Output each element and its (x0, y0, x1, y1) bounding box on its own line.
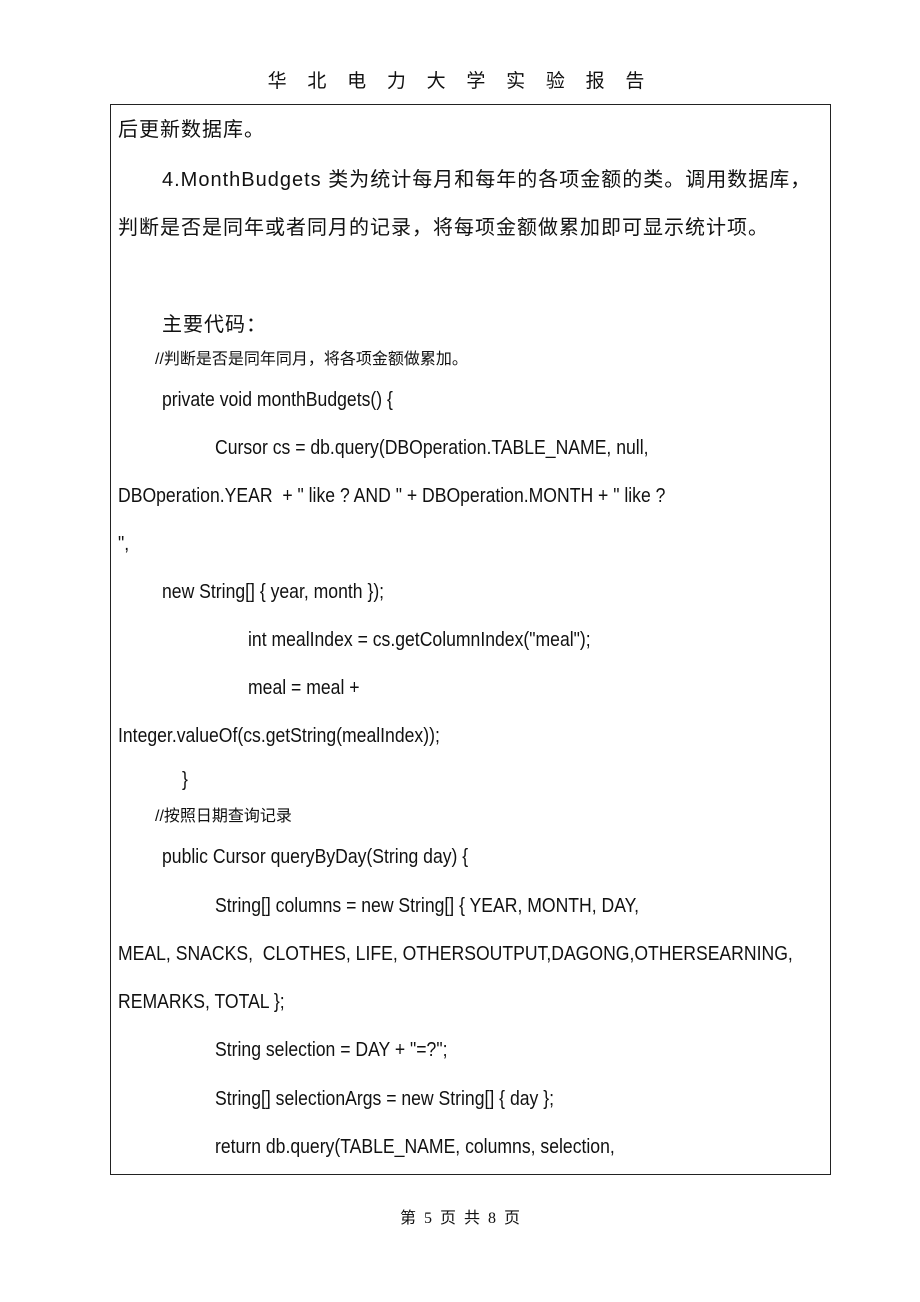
report-header-title: 华 北 电 力 大 学 实 验 报 告 (267, 71, 653, 92)
code-line: String selection = DAY + "=?"; (215, 1039, 448, 1061)
code-line: Cursor cs = db.query(DBOperation.TABLE_N… (215, 437, 649, 459)
code-line: int mealIndex = cs.getColumnIndex("meal"… (248, 629, 591, 651)
code-line: meal = meal + (248, 677, 360, 699)
paragraph-line: 4.MonthBudgets 类为统计每月和每年的各项金额的类。调用数据库， (162, 169, 812, 191)
paragraph-line: 判断是否是同年或者同月的记录，将每项金额做累加即可显示统计项。 (118, 217, 769, 239)
section-heading: 主要代码： (162, 314, 267, 336)
code-line: ", (118, 533, 130, 555)
code-comment: //判断是否是同年同月，将各项金额做累加。 (155, 351, 468, 368)
code-line: DBOperation.YEAR + " like ? AND " + DBOp… (118, 485, 666, 507)
code-line: return db.query(TABLE_NAME, columns, sel… (215, 1136, 615, 1158)
code-line: } (182, 769, 188, 791)
code-line: MEAL, SNACKS, CLOTHES, LIFE, OTHERSOUTPU… (118, 943, 793, 965)
code-line: new String[] { year, month }); (162, 581, 385, 603)
paragraph-line: 后更新数据库。 (118, 119, 265, 141)
code-line: String[] columns = new String[] { YEAR, … (215, 895, 640, 917)
code-line: REMARKS, TOTAL }; (118, 991, 285, 1013)
code-line: String[] selectionArgs = new String[] { … (215, 1088, 554, 1110)
code-line: Integer.valueOf(cs.getString(mealIndex))… (118, 725, 440, 747)
code-comment: //按照日期查询记录 (155, 808, 292, 825)
page-number: 第 5 页 共 8 页 (399, 1210, 520, 1227)
code-line: public Cursor queryByDay(String day) { (162, 846, 469, 868)
code-line: private void monthBudgets() { (162, 389, 393, 411)
